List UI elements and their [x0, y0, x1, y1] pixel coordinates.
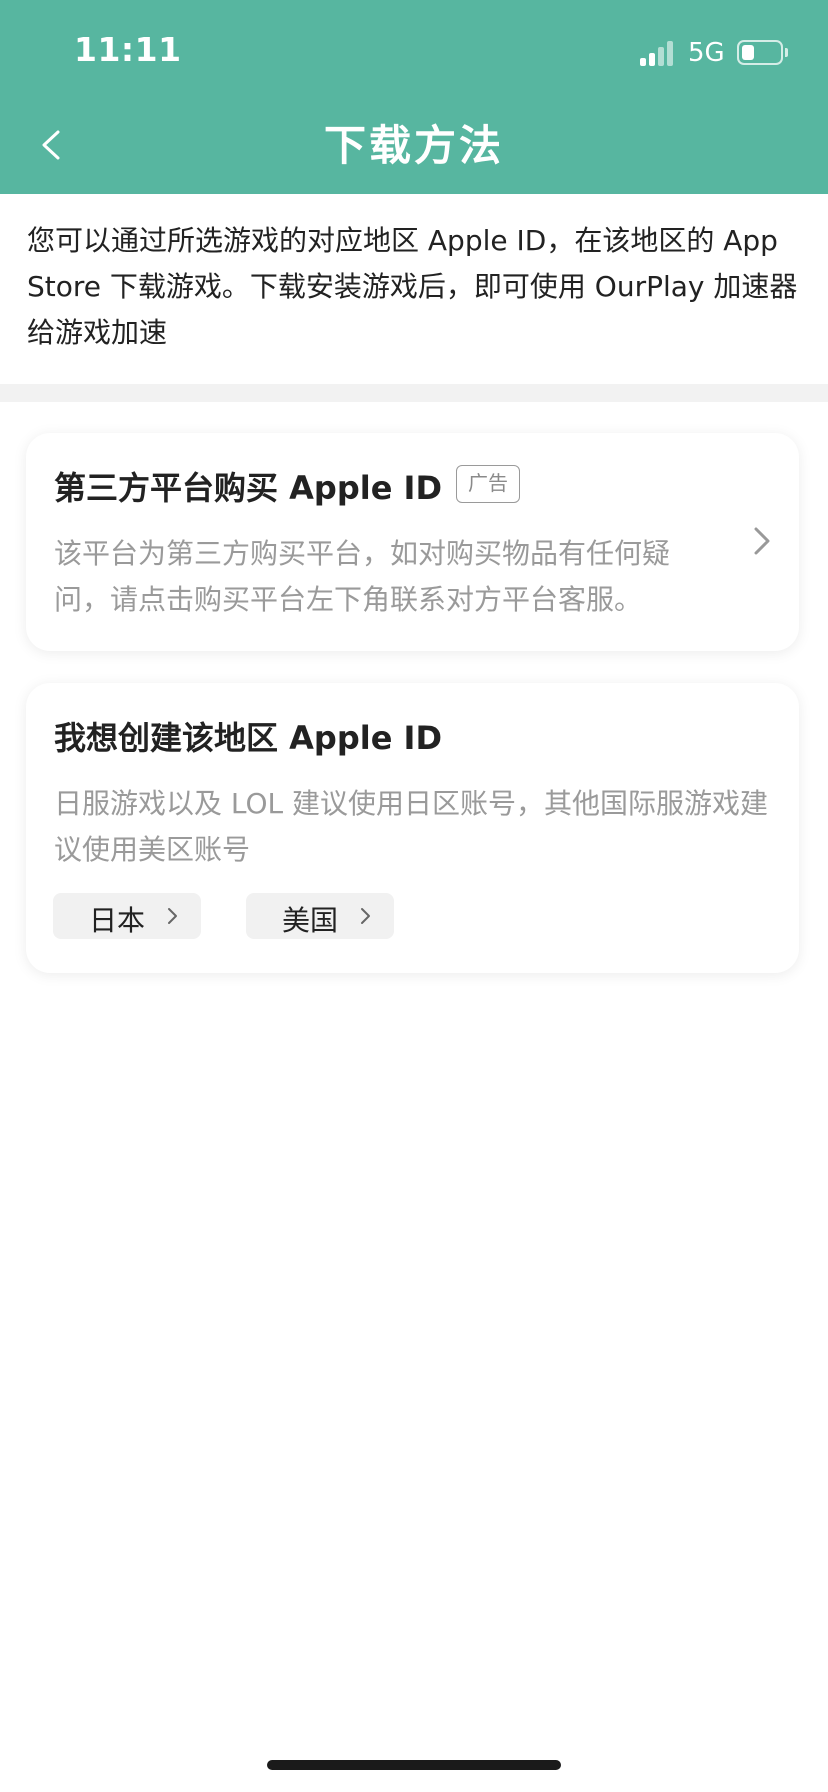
create-apple-id-card: 我想创建该地区 Apple ID 日服游戏以及 LOL 建议使用日区账号，其他国…: [26, 683, 799, 973]
ad-badge: 广告: [456, 465, 520, 503]
buy-apple-id-card[interactable]: 第三方平台购买 Apple ID 广告 该平台为第三方购买平台，如对购买物品有任…: [26, 433, 799, 651]
chevron-right-icon: [754, 527, 770, 555]
battery-cap: [785, 48, 788, 57]
network-type: 5G: [688, 38, 725, 68]
region-japan-label: 日本: [89, 904, 146, 937]
create-card-title: 我想创建该地区 Apple ID: [54, 719, 443, 757]
buy-card-title: 第三方平台购买 Apple ID: [54, 469, 443, 507]
home-indicator[interactable]: [267, 1760, 561, 1770]
page-title: 下载方法: [323, 121, 504, 170]
region-us-button[interactable]: 美国: [246, 893, 394, 939]
battery-icon: [737, 40, 783, 65]
region-us-label: 美国: [282, 904, 339, 937]
app-header: 11:11 5G 下载方法: [0, 0, 828, 194]
signal-icon: [640, 40, 680, 66]
intro-text: 您可以通过所选游戏的对应地区 Apple ID，在该地区的 App Store …: [27, 224, 798, 349]
region-japan-button[interactable]: 日本: [53, 893, 201, 939]
status-bar: 11:11 5G: [0, 0, 828, 100]
buy-card-description: 该平台为第三方购买平台，如对购买物品有任何疑问，请点击购买平台左下角联系对方平台…: [54, 537, 671, 616]
status-time: 11:11: [74, 30, 182, 69]
chevron-right-icon: [168, 908, 177, 924]
create-card-description: 日服游戏以及 LOL 建议使用日区账号，其他国际服游戏建议使用美区账号: [54, 787, 769, 866]
chevron-right-icon: [361, 908, 370, 924]
section-divider: [0, 384, 828, 402]
